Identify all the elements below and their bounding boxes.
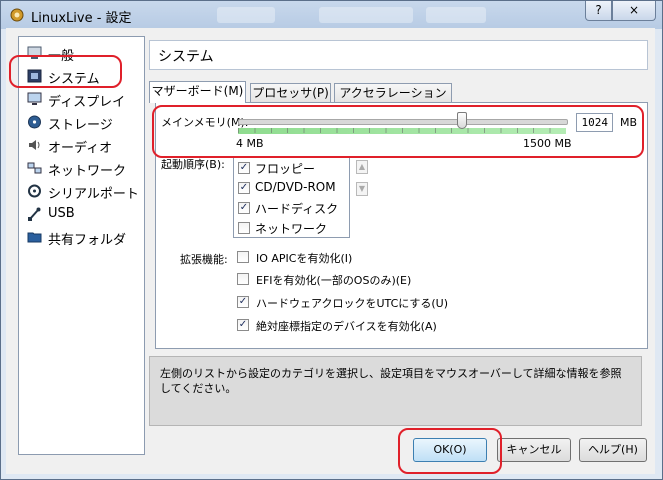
boot-item-checkbox[interactable] (238, 222, 250, 234)
boot-item-label: ネットワーク (255, 222, 328, 236)
sidebar-item-system[interactable]: システム (23, 65, 141, 87)
window-title: LinuxLive - 設定 (31, 11, 132, 26)
sidebar-item-serial-port[interactable]: シリアルポート (23, 180, 141, 202)
network-icon (27, 162, 42, 174)
storage-icon (28, 115, 41, 129)
boot-item-network[interactable]: ネットワーク (238, 218, 348, 238)
sidebar-item-display[interactable]: ディスプレイ (23, 88, 141, 110)
sidebar-item-audio[interactable]: オーディオ (23, 134, 141, 156)
option-label: ハードウェアクロックをUTCにする(U) (256, 297, 448, 310)
absolute-pointing-checkbox[interactable]: ✓ (237, 319, 249, 331)
title-bar[interactable]: LinuxLive - 設定 ? × (1, 1, 662, 29)
gear-icon (10, 8, 24, 22)
boot-item-checkbox[interactable]: ✓ (238, 162, 250, 174)
utc-clock-checkbox[interactable]: ✓ (237, 296, 249, 308)
memory-slider-track[interactable] (238, 119, 568, 125)
sidebar-item-label: 一般 (48, 49, 75, 64)
tab-processor[interactable]: プロセッサ(P) (250, 83, 331, 103)
blurred-taskbar-item (426, 7, 486, 23)
boot-item-cd-dvd[interactable]: ✓ CD/DVD-ROM (238, 178, 348, 198)
boot-move-up-button[interactable]: ▲ (356, 160, 368, 174)
sidebar-item-label: オーディオ (48, 141, 113, 156)
option-label: 絶対座標指定のデバイスを有効化(A) (256, 320, 437, 333)
sidebar-item-label: シリアルポート (48, 187, 139, 202)
section-title: システム (158, 49, 214, 65)
system-icon (27, 69, 42, 83)
memory-slider-ticks (238, 128, 566, 133)
sidebar-item-label: ストレージ (48, 118, 113, 133)
boot-move-down-button[interactable]: ▼ (356, 182, 368, 196)
sidebar-item-label: ネットワーク (48, 164, 127, 179)
boot-item-label: ハードディスク (255, 202, 339, 216)
close-button[interactable]: × (612, 1, 656, 21)
boot-item-label: フロッピー (255, 162, 316, 176)
memory-slider-thumb[interactable] (456, 112, 467, 129)
option-label: EFIを有効化(一部のOSのみ)(E) (256, 274, 412, 287)
sidebar-item-shared-folder[interactable]: 共有フォルダ (23, 226, 141, 248)
description-text: 左側のリストから設定のカテゴリを選択し、設定項目をマウスオーバーして詳細な情報を… (160, 367, 622, 395)
blurred-taskbar-item (217, 7, 275, 23)
features-label: 拡張機能: (180, 253, 228, 266)
boot-item-checkbox[interactable]: ✓ (238, 182, 250, 194)
option-label: IO APICを有効化(I) (256, 252, 353, 265)
memory-unit: MB (620, 116, 638, 129)
sidebar-item-label: 共有フォルダ (48, 233, 127, 248)
tab-acceleration[interactable]: アクセラレーション(L) (334, 83, 452, 118)
section-header: システム (149, 40, 648, 70)
cancel-button[interactable]: キャンセル (497, 438, 571, 462)
sidebar-item-network[interactable]: ネットワーク (23, 157, 141, 179)
boot-order-label: 起動順序(B): (161, 158, 225, 171)
boot-item-label: CD/DVD-ROM (255, 180, 336, 194)
memory-size-input[interactable]: 1024 (576, 113, 613, 132)
usb-icon (28, 207, 41, 221)
sidebar-item-label: ディスプレイ (48, 95, 126, 110)
blurred-taskbar-item (319, 7, 413, 23)
sidebar-item-usb[interactable]: USB (23, 203, 141, 225)
help-button[interactable]: ヘルプ(H) (579, 438, 647, 462)
boot-item-floppy[interactable]: ✓ フロッピー (238, 158, 348, 178)
efi-checkbox[interactable] (237, 273, 249, 285)
sidebar-item-general[interactable]: 一般 (23, 42, 141, 64)
ok-button[interactable]: OK(O) (413, 438, 487, 462)
memory-max-label: 1500 MB (523, 137, 572, 150)
boot-order-list: ✓ フロッピー ✓ CD/DVD-ROM ✓ ハードディスク ネットワーク (233, 156, 350, 238)
sidebar-item-label: USB (48, 206, 75, 221)
serial-port-icon (28, 184, 41, 198)
sidebar-item-storage[interactable]: ストレージ (23, 111, 141, 133)
general-icon (27, 46, 42, 59)
sidebar-item-label: システム (48, 72, 100, 87)
display-icon (27, 92, 42, 105)
tab-motherboard[interactable]: マザーボード(M) (149, 81, 246, 103)
memory-label: メインメモリ(M): (161, 116, 249, 129)
boot-item-hard-disk[interactable]: ✓ ハードディスク (238, 198, 348, 218)
description-box: 左側のリストから設定のカテゴリを選択し、設定項目をマウスオーバーして詳細な情報を… (149, 356, 642, 426)
memory-min-label: 4 MB (236, 137, 264, 150)
help-title-button[interactable]: ? (585, 1, 612, 21)
audio-icon (29, 140, 40, 150)
shared-folder-icon (27, 232, 42, 243)
io-apic-checkbox[interactable] (237, 251, 249, 263)
boot-item-checkbox[interactable]: ✓ (238, 202, 250, 214)
motherboard-panel (155, 102, 648, 349)
category-list: 一般 システム ディスプレイ ストレージ オーディオ ネットワーク シリアルポー… (18, 36, 145, 455)
